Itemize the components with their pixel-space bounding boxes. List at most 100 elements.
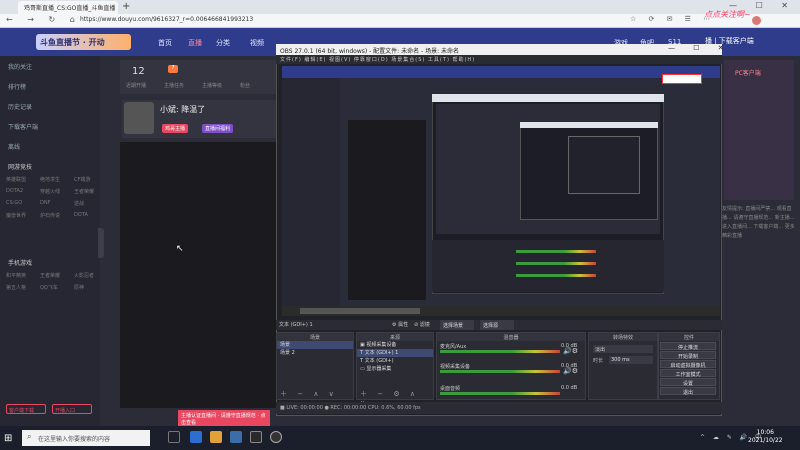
sidebar-item-download[interactable]: 下载客户端 [8,122,38,131]
obs-title-bar: OBS 27.0.1 (64 bit, windows) - 配置文件: 未命名… [276,44,722,55]
sidebar-grid-item[interactable]: 原神 [74,284,84,291]
site-logo[interactable]: 斗鱼直播节 · 开动 [36,34,131,50]
streamer-info: 小斌: 降温了 鸡哥主播 直播间福利 [122,100,282,138]
sidebar-grid-item[interactable]: 和平精英 [6,272,26,279]
source-label: 视频采集设备 [366,342,397,348]
mixer-channel-name: 视频采集设备 [440,364,471,370]
pc-client-badge[interactable]: PC客户端 [735,68,761,77]
sidebar-item-ranking[interactable]: 排行榜 [8,82,26,91]
sidebar-grid-item[interactable]: 魔兽世界 [6,212,26,219]
select-scene-button[interactable]: 选择场景 [440,320,474,330]
sidebar-item-history[interactable]: 历史记录 [8,102,32,111]
app-icon[interactable] [250,431,262,443]
sidebar-grid-item[interactable]: DOTA [74,212,88,218]
sidebar-grid-item[interactable]: DOTA2 [6,188,23,194]
start-button[interactable]: ⊞ [4,433,12,444]
streamer-name: 小斌: 降温了 [160,105,206,114]
duration-input[interactable]: 300 ms [609,356,653,364]
sidebar-grid-item[interactable]: 绝地求生 [40,176,60,183]
url-field[interactable]: https://www.douyu.com/9616327_r=0.006466… [70,16,630,26]
file-explorer-icon[interactable] [210,431,222,443]
scene-item[interactable]: 场景 2 [277,349,353,357]
start-stream-button[interactable]: 开播入口 [52,404,92,414]
source-label: 文本 (GDI+) [364,358,394,364]
source-item[interactable]: T 文本 (GDI+) 1 [357,349,433,357]
sidebar-grid-item[interactable]: 王者荣耀 [74,188,94,195]
new-tab-button[interactable]: + [122,1,130,12]
scene-item[interactable]: 场景 [277,341,353,349]
source-item[interactable]: T 文本 (GDI+) [357,357,433,365]
sidebar-item-offline[interactable]: 离线 [8,142,20,151]
browser-tab[interactable]: 鸡哥斯直播_CS:GO直播_斗鱼直播 [18,1,118,14]
taskbar-search-input[interactable]: 在这里输入你要搜索的内容 [22,430,150,446]
preview-nested-obs-deep [568,136,640,194]
preview-nested-obs-title [520,122,658,128]
task-view-icon[interactable] [168,431,180,443]
sidebar-grid-item[interactable]: CS:GO [6,200,22,206]
nav-category[interactable]: 分类 [216,38,230,48]
speaker-icon[interactable]: 🔊⚙ [563,347,578,355]
properties-button[interactable]: ⚙ 属性 [392,321,408,328]
nav-live[interactable]: 直播 [188,38,202,48]
start-recording-button[interactable]: 开始录制 [660,351,716,360]
obs-menu-bar[interactable]: 文件(F) 编辑(E) 视图(V) 停靠窗口(D) 场景集合(S) 工具(T) … [276,55,722,64]
sidebar-grid-item[interactable]: 炉石传说 [40,212,60,219]
sidebar-grid-item[interactable]: 逆战 [74,200,84,207]
source-item[interactable]: ▭ 显示器采集 [357,365,433,373]
streamer-tag[interactable]: 直播间福利 [202,124,234,133]
sidebar-collapse-handle[interactable] [98,228,104,258]
transitions-dock: 转场特效 淡出 时长 300 ms [588,332,658,400]
duration-label: 时长 [593,358,604,364]
source-label: 文本 (GDI+) 1 [364,350,399,356]
bottom-notice-banner[interactable]: 主播认证直播间 · 请遵守直播规范 · 点击查看 [178,410,270,426]
virtual-camera-button[interactable]: 启动虚拟摄像机 [660,360,716,369]
preview-highlight-box [662,74,702,84]
current-source-label: 文本 (GDI+) 1 [279,322,313,328]
stop-streaming-button[interactable]: 停止推流 [660,342,716,351]
scene-tools[interactable]: ＋ − ∧ ∨ [280,389,338,399]
nav-home[interactable]: 首页 [158,38,172,48]
search-icon: ⌕ [27,432,32,441]
video-player[interactable] [120,142,280,408]
promo-banner[interactable] [724,60,794,200]
stat-count-label: 近期开播 [126,83,147,89]
sidebar-grid-item[interactable]: QQ飞车 [40,284,58,291]
left-sidebar [0,56,100,426]
exit-button[interactable]: 退出 [660,387,716,396]
streamer-stats: 12 近期开播 7 主播任务 主播等级 粉丝 [120,60,280,94]
sidebar-grid-item[interactable]: 王者荣耀 [40,272,60,279]
profile-avatar[interactable] [752,16,761,25]
transitions-dock-title: 转场特效 [589,333,657,341]
settings-button[interactable]: 设置 [660,378,716,387]
preview-meter [516,250,596,253]
transition-select[interactable]: 淡出 [593,345,653,353]
studio-mode-button[interactable]: 工作室模式 [660,369,716,378]
streamer-avatar[interactable] [124,102,154,134]
obs-taskbar-icon[interactable] [270,431,282,443]
filters-button[interactable]: ⊘ 滤镜 [414,321,430,328]
mixer-channel-db: 0.0 dB [561,385,578,391]
client-download-button[interactable]: 客户端下载 [6,404,46,414]
speaker-icon[interactable]: 🔊⚙ [563,367,578,375]
sidebar-grid-item[interactable]: 穿越火线 [40,188,60,195]
preview-nested-mixer [432,240,664,292]
streamer-tag[interactable]: 鸡哥主播 [162,124,189,133]
sidebar-grid-item[interactable]: 第五人格 [6,284,26,291]
volume-meter [440,370,560,373]
select-source-button[interactable]: 选择源 [480,320,514,330]
sidebar-grid-item[interactable]: CF端游 [74,176,90,183]
sidebar-grid-item[interactable]: 火影忍者 [74,272,94,279]
mail-icon[interactable] [230,431,242,443]
preview-player [348,120,426,300]
source-item[interactable]: ▣ 视频采集设备 [357,341,433,349]
sidebar-grid-item[interactable]: DNF [40,200,50,206]
obs-window-controls[interactable]: — ☐ ✕ [668,44,732,52]
mixer-dock: 混音器 麦克风/Aux 0.0 dB 🔊⚙ 视频采集设备 0.0 dB 🔊⚙ 桌… [436,332,586,400]
sidebar-grid-item[interactable]: 英雄联盟 [6,176,26,183]
volume-meter [440,350,560,353]
edge-icon[interactable] [190,431,202,443]
sidebar-item-follow[interactable]: 我的关注 [8,62,32,71]
nav-video[interactable]: 视频 [250,38,264,48]
taskbar-clock[interactable]: 10:06 2021/10/22 [748,429,783,445]
browser-toolbar-icons[interactable]: ☆ ⟳ ✉ ☰ ⋯ [630,15,715,23]
